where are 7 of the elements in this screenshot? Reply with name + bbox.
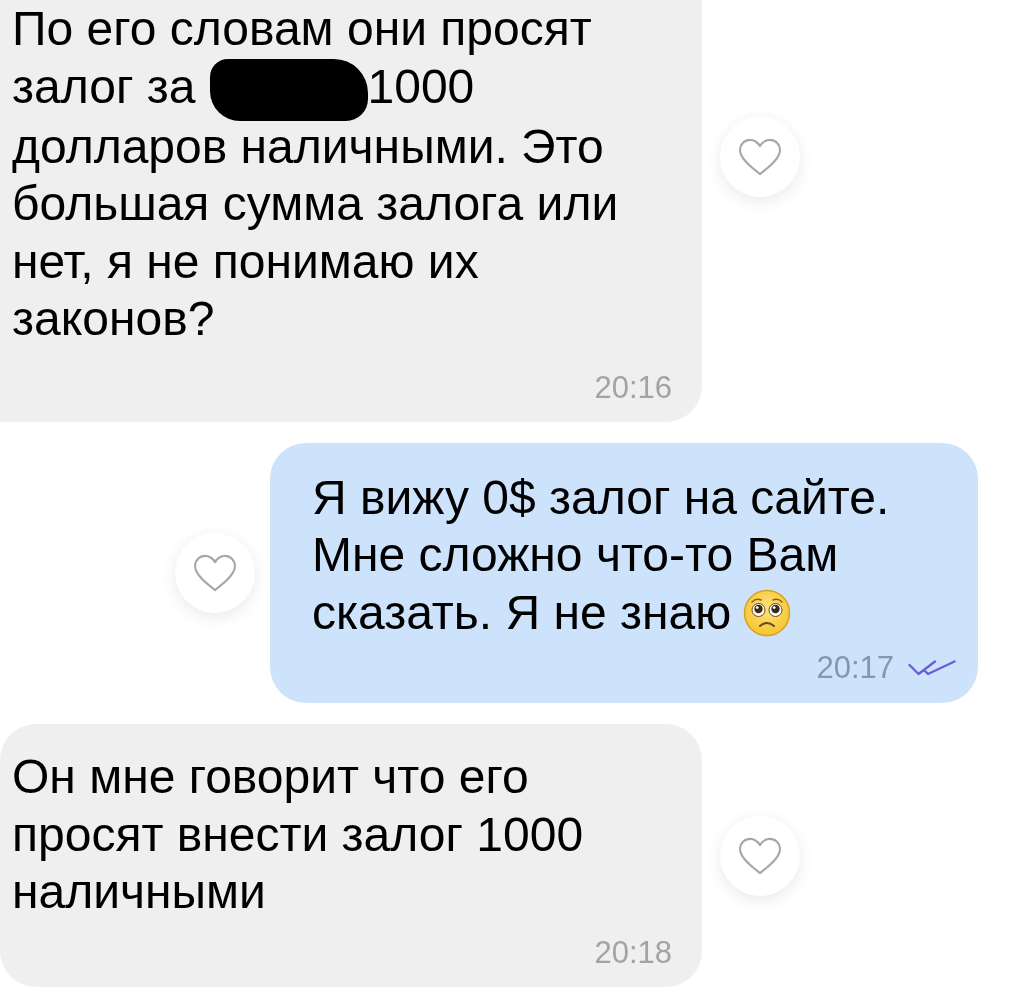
message-time: 20:17 <box>816 649 894 687</box>
message-time: 20:16 <box>594 368 672 406</box>
message-text: Я вижу 0$ залог на сайте. Мне сложно что-то Вам сказать. Я не знаю <box>312 469 891 641</box>
message-time: 20:18 <box>594 933 672 971</box>
pleading-face-icon <box>743 588 792 637</box>
message-text: Он мне говорит что его просят внести залог 1000 наличными <box>12 749 585 921</box>
message-text: По его словам они просят залог за 1000 долларов наличными. Это большая сумма залога или нет, я не понимаю их законов? <box>12 1 620 348</box>
